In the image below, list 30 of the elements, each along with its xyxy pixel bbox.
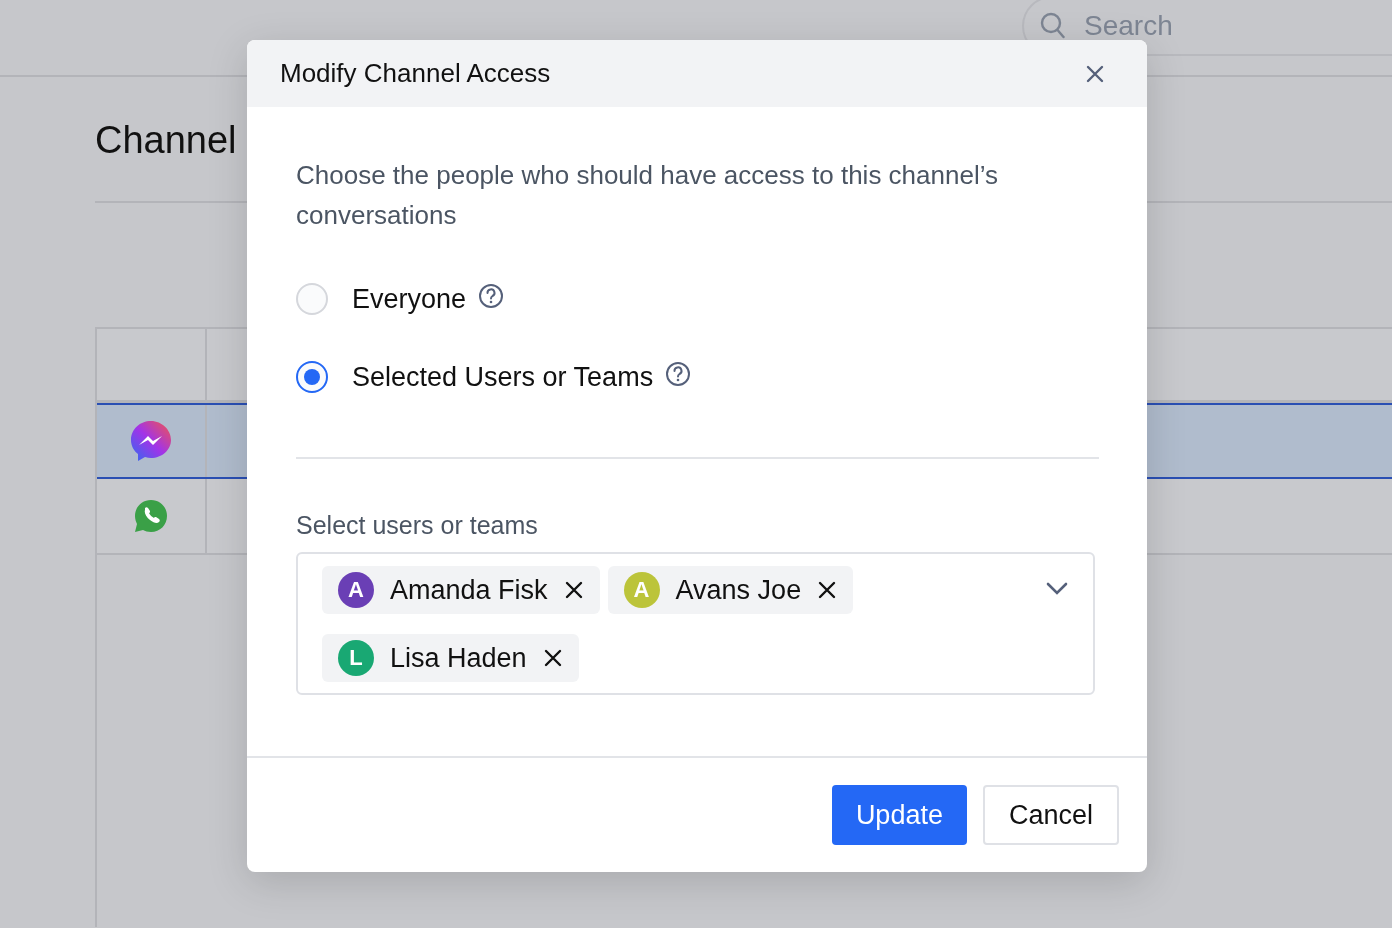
user-select-field[interactable]: A Amanda Fisk A Avans Joe L Lisa Haden (296, 552, 1095, 695)
cancel-button[interactable]: Cancel (982, 785, 1119, 845)
remove-button[interactable] (542, 648, 563, 668)
dialog-title: Modify Channel Access (280, 58, 551, 89)
chip-name: Avans Joe (675, 574, 802, 606)
close-icon (542, 648, 563, 668)
field-label: Select users or teams (296, 511, 539, 540)
close-icon (1085, 63, 1105, 84)
whatsapp-icon (133, 498, 169, 534)
avatar: A (623, 572, 660, 608)
chevron-down-icon (1045, 580, 1069, 596)
avatar: A (338, 572, 374, 608)
remove-button[interactable] (817, 580, 838, 600)
option-label: Everyone (352, 283, 467, 315)
messenger-icon (130, 420, 172, 462)
dialog-description: Choose the people who should have access to this channel’s conversations (296, 159, 999, 232)
radio-button[interactable] (296, 361, 328, 393)
close-icon (817, 580, 838, 600)
remove-button[interactable] (563, 580, 584, 600)
search-placeholder: Search (1084, 10, 1173, 42)
close-icon (563, 580, 584, 600)
page-title: Channel (95, 119, 238, 161)
chip-name: Amanda Fisk (390, 574, 548, 606)
search-icon (1040, 12, 1066, 40)
help-icon[interactable] (665, 361, 692, 387)
chip-name: Lisa Haden (390, 642, 527, 674)
help-icon[interactable] (478, 283, 505, 309)
avatar: L (338, 640, 374, 676)
option-label: Selected Users or Teams (352, 361, 654, 393)
update-button[interactable]: Update (831, 785, 967, 845)
